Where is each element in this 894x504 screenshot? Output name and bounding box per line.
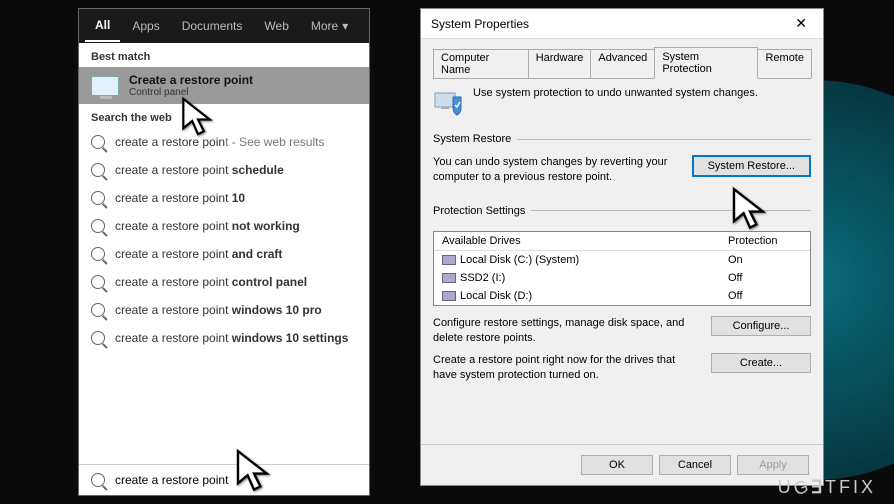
- close-icon[interactable]: ✕: [789, 15, 813, 32]
- protection-settings-group: Protection Settings Available Drives Pro…: [433, 205, 811, 395]
- chevron-down-icon: ▾: [342, 19, 348, 33]
- tab-apps[interactable]: Apps: [122, 11, 169, 41]
- watermark: UG∃TFIX: [778, 477, 876, 498]
- drive-row[interactable]: SSD2 (I:)Off: [434, 269, 810, 287]
- search-icon: [91, 163, 105, 177]
- tab-hardware[interactable]: Hardware: [528, 49, 592, 78]
- search-filter-tabs: All Apps Documents Web More▾: [79, 9, 369, 43]
- cancel-button[interactable]: Cancel: [659, 455, 731, 475]
- best-match-header: Best match: [79, 43, 369, 67]
- create-button[interactable]: Create...: [711, 353, 811, 373]
- drive-icon: [442, 255, 456, 265]
- intro-text: Use system protection to undo unwanted s…: [473, 87, 758, 99]
- configure-button[interactable]: Configure...: [711, 316, 811, 336]
- control-panel-icon: [91, 76, 119, 96]
- system-protection-icon: [433, 87, 465, 119]
- tab-web[interactable]: Web: [254, 11, 298, 41]
- web-result[interactable]: create a restore point and craft: [79, 240, 369, 268]
- search-icon: [91, 247, 105, 261]
- dialog-titlebar: System Properties ✕: [421, 9, 823, 39]
- search-input[interactable]: [115, 473, 357, 487]
- protection-settings-legend: Protection Settings: [433, 205, 531, 217]
- tab-all[interactable]: All: [85, 10, 120, 42]
- start-search-panel: All Apps Documents Web More▾ Best match …: [78, 8, 370, 496]
- web-result[interactable]: create a restore point windows 10 settin…: [79, 324, 369, 352]
- col-available-drives: Available Drives: [434, 232, 720, 250]
- web-result[interactable]: create a restore point not working: [79, 212, 369, 240]
- drive-row[interactable]: Local Disk (C:) (System)On: [434, 251, 810, 269]
- search-icon: [91, 191, 105, 205]
- tab-more[interactable]: More▾: [301, 11, 358, 41]
- search-icon: [91, 275, 105, 289]
- web-results-list: create a restore point - See web results…: [79, 128, 369, 464]
- web-result[interactable]: create a restore point control panel: [79, 268, 369, 296]
- web-result[interactable]: create a restore point - See web results: [79, 128, 369, 156]
- ok-button[interactable]: OK: [581, 455, 653, 475]
- tab-documents[interactable]: Documents: [172, 11, 253, 41]
- tab-remote[interactable]: Remote: [757, 49, 812, 78]
- search-icon: [91, 331, 105, 345]
- best-match-subtitle: Control panel: [129, 87, 253, 98]
- dialog-footer: OK Cancel Apply: [421, 444, 823, 485]
- drive-icon: [442, 273, 456, 283]
- tab-system-protection[interactable]: System Protection: [654, 47, 758, 79]
- search-icon: [91, 219, 105, 233]
- search-input-container: [79, 464, 369, 495]
- configure-text: Configure restore settings, manage disk …: [433, 316, 701, 346]
- best-match-result[interactable]: Create a restore point Control panel: [79, 67, 369, 104]
- system-restore-group: System Restore You can undo system chang…: [433, 133, 811, 197]
- drives-table[interactable]: Available Drives Protection Local Disk (…: [433, 231, 811, 306]
- system-restore-legend: System Restore: [433, 133, 517, 145]
- dialog-title: System Properties: [431, 17, 789, 31]
- dialog-tabs: Computer Name Hardware Advanced System P…: [433, 47, 811, 79]
- web-result[interactable]: create a restore point schedule: [79, 156, 369, 184]
- col-protection: Protection: [720, 232, 810, 250]
- system-restore-text: You can undo system changes by reverting…: [433, 155, 682, 185]
- search-web-header: Search the web: [79, 104, 369, 128]
- system-properties-dialog: System Properties ✕ Computer Name Hardwa…: [420, 8, 824, 486]
- drive-icon: [442, 291, 456, 301]
- search-icon: [91, 303, 105, 317]
- web-result[interactable]: create a restore point 10: [79, 184, 369, 212]
- best-match-title: Create a restore point: [129, 73, 253, 87]
- drive-row[interactable]: Local Disk (D:)Off: [434, 287, 810, 305]
- tab-advanced[interactable]: Advanced: [590, 49, 655, 78]
- tab-computer-name[interactable]: Computer Name: [433, 49, 529, 78]
- create-text: Create a restore point right now for the…: [433, 353, 701, 383]
- system-restore-button[interactable]: System Restore...: [692, 155, 811, 177]
- web-result[interactable]: create a restore point windows 10 pro: [79, 296, 369, 324]
- search-icon: [91, 135, 105, 149]
- search-icon: [91, 473, 105, 487]
- apply-button[interactable]: Apply: [737, 455, 809, 475]
